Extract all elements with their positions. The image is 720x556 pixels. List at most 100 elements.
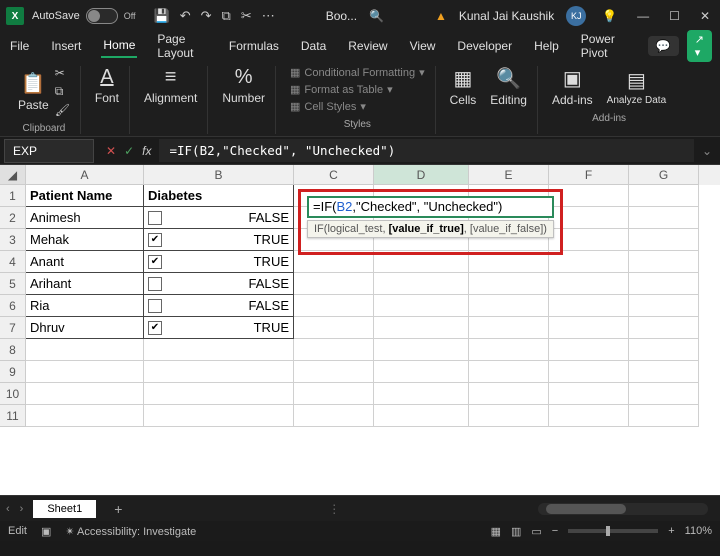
number-button[interactable]: %Number [222,66,265,105]
addins-button[interactable]: ▣Add-ins [552,66,593,107]
format-painter-btn[interactable]: 🖌 [55,103,70,117]
formula-bar-input[interactable] [159,139,693,162]
checkbox[interactable]: ✔ [148,255,162,269]
menu-view[interactable]: View [408,35,438,57]
zoom-out-icon[interactable]: − [552,525,558,537]
view-pagebreak-icon[interactable]: ▭ [531,525,541,538]
view-layout-icon[interactable]: ▥ [511,525,521,538]
menu-page-layout[interactable]: Page Layout [155,28,209,64]
save-icon[interactable]: 💾 [154,8,170,24]
menu-power-pivot[interactable]: Power Pivot [579,28,630,64]
cell[interactable] [294,361,374,383]
cell[interactable] [26,361,144,383]
cell[interactable] [294,273,374,295]
cell[interactable] [374,361,469,383]
cell[interactable]: FALSE [144,207,294,229]
cell[interactable]: Dhruv [26,317,144,339]
redo-icon[interactable]: ↷ [201,8,212,24]
maximize-icon[interactable]: ☐ [665,9,684,23]
cell[interactable] [629,251,699,273]
cell[interactable] [374,383,469,405]
cell[interactable] [629,339,699,361]
lightbulb-icon[interactable]: 💡 [598,9,621,23]
checkbox[interactable] [148,277,162,291]
cell[interactable] [549,339,629,361]
cell[interactable] [629,383,699,405]
cell[interactable] [144,361,294,383]
cell[interactable] [629,295,699,317]
add-sheet-button[interactable]: + [106,501,130,517]
cell[interactable] [294,405,374,427]
analyze-data-button[interactable]: ▤Analyze Data [607,68,666,106]
zoom-percent[interactable]: 110% [685,525,712,537]
row-header[interactable]: 2 [0,207,26,229]
cell[interactable] [469,295,549,317]
cell[interactable] [144,405,294,427]
row-header[interactable]: 8 [0,339,26,361]
zoom-slider[interactable] [568,529,658,533]
comments-button[interactable]: 💬 [648,36,679,56]
avatar[interactable]: KJ [566,6,586,26]
share-button[interactable]: ↗ ▾ [687,30,712,62]
cell[interactable] [629,317,699,339]
cut-icon[interactable]: ✂ [241,8,252,24]
cell[interactable]: Animesh [26,207,144,229]
paste-button[interactable]: 📋Paste [18,71,49,112]
cell[interactable]: ✔TRUE [144,229,294,251]
col-header-d[interactable]: D [374,165,469,185]
col-header-a[interactable]: A [26,165,144,185]
cell[interactable] [469,361,549,383]
more-icon[interactable]: ⋯ [262,8,275,24]
menu-developer[interactable]: Developer [455,35,514,57]
conditional-formatting-button[interactable]: ▦ Conditional Formatting ▾ [290,66,425,79]
name-box[interactable]: EXP [4,139,94,163]
cell[interactable] [469,339,549,361]
macro-record-icon[interactable]: ▣ [41,525,51,538]
col-header-b[interactable]: B [144,165,294,185]
cell[interactable]: Ria [26,295,144,317]
cell[interactable] [26,383,144,405]
format-as-table-button[interactable]: ▦ Format as Table ▾ [290,83,425,96]
tab-sheet1[interactable]: Sheet1 [33,500,96,518]
cell[interactable] [549,361,629,383]
view-normal-icon[interactable]: ▦ [491,525,501,538]
row-header[interactable]: 10 [0,383,26,405]
cell[interactable] [629,207,699,229]
sheet-nav-next[interactable]: › [20,503,24,515]
row-header[interactable]: 9 [0,361,26,383]
menu-formulas[interactable]: Formulas [227,35,281,57]
cell[interactable] [629,229,699,251]
checkbox[interactable]: ✔ [148,321,162,335]
row-header[interactable]: 7 [0,317,26,339]
col-header-f[interactable]: F [549,165,629,185]
select-all-triangle[interactable]: ◢ [0,165,26,185]
cell[interactable]: Diabetes [144,185,294,207]
cell[interactable] [469,405,549,427]
col-header-g[interactable]: G [629,165,699,185]
row-header[interactable]: 11 [0,405,26,427]
cell[interactable] [294,339,374,361]
menu-data[interactable]: Data [299,35,328,57]
cell[interactable] [629,405,699,427]
cut-btn[interactable]: ✂ [55,66,70,80]
cell[interactable] [144,383,294,405]
editing-button[interactable]: 🔍Editing [490,66,527,107]
cancel-formula-icon[interactable]: ✕ [106,144,116,158]
cell[interactable] [549,273,629,295]
cell-styles-button[interactable]: ▦ Cell Styles ▾ [290,100,425,113]
checkbox[interactable]: ✔ [148,233,162,247]
cell[interactable] [549,317,629,339]
col-header-c[interactable]: C [294,165,374,185]
warning-icon[interactable]: ▲ [435,9,447,23]
checkbox[interactable] [148,211,162,225]
cell[interactable] [549,295,629,317]
accessibility-status[interactable]: ✴ Accessibility: Investigate [65,525,196,538]
row-header[interactable]: 5 [0,273,26,295]
cell[interactable]: Mehak [26,229,144,251]
cell[interactable]: Patient Name [26,185,144,207]
checkbox[interactable] [148,299,162,313]
menu-home[interactable]: Home [101,34,137,58]
cell[interactable] [26,339,144,361]
horizontal-scrollbar[interactable] [538,503,708,515]
cell[interactable]: Arihant [26,273,144,295]
